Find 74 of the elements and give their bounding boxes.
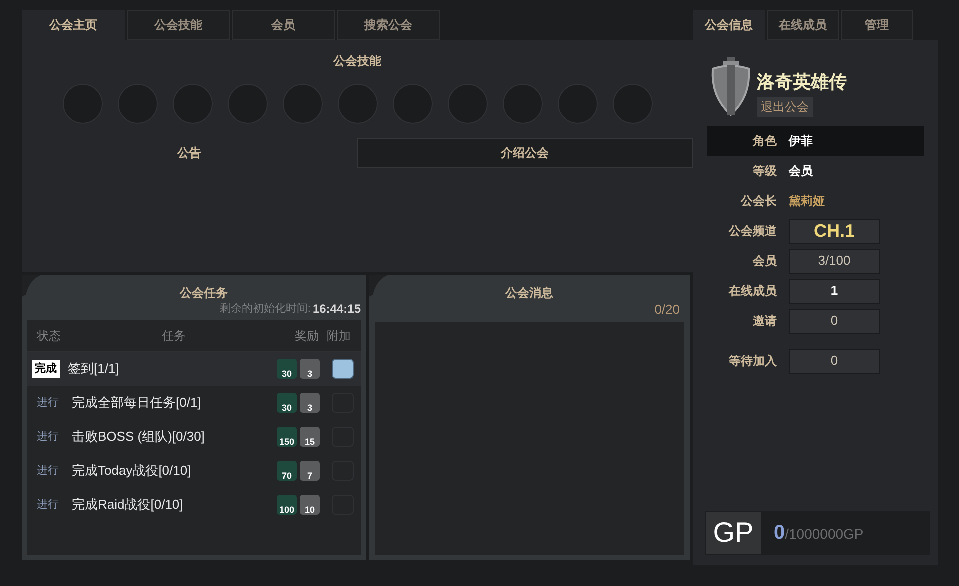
corner-curl-icon <box>369 275 391 297</box>
gp-reward-icon: 100 <box>277 495 297 515</box>
leave-guild-button[interactable]: 退出公会 <box>757 97 813 117</box>
skill-slot[interactable] <box>118 84 158 124</box>
skill-slot[interactable] <box>558 84 598 124</box>
gp-current: 0 <box>774 522 786 544</box>
field-label: 等待加入 <box>728 353 777 370</box>
status-label: 进行 <box>36 430 60 445</box>
channel-value: CH.1 <box>789 218 880 244</box>
skill-slot[interactable] <box>172 84 212 124</box>
tab[interactable]: 公会信息 <box>693 10 765 40</box>
shield-reward-icon: 10 <box>300 495 320 515</box>
section-title: 公会技能 <box>334 53 382 70</box>
status-label: 进行 <box>36 498 60 513</box>
gp-reward-icon: 30 <box>277 393 297 413</box>
quest-name: 完成全部每日任务[0/1] <box>72 394 202 412</box>
skill-slot[interactable] <box>282 84 322 124</box>
gp-reward-icon: 30 <box>277 359 297 379</box>
value-box: 1 <box>789 278 880 304</box>
tab[interactable]: 管理 <box>841 10 913 40</box>
skill-slot[interactable] <box>62 84 102 124</box>
field-label: 等级 <box>752 163 777 180</box>
tab[interactable]: 介绍公会 <box>356 138 693 168</box>
column-header: 附加 <box>327 328 352 344</box>
value-box: 3/100 <box>789 248 880 274</box>
corner-curl-icon <box>22 275 44 297</box>
panel-title: 公会任务 <box>180 285 228 302</box>
field-value: 黛莉娅 <box>789 193 825 210</box>
tab[interactable]: 公会技能 <box>127 10 230 40</box>
quest-name: 完成Raid战役[0/10] <box>72 496 184 514</box>
shield-sword-icon <box>709 57 753 117</box>
tab[interactable]: 搜索公会 <box>337 10 440 40</box>
guild-name: 洛奇英雄传 <box>757 71 847 94</box>
field-label: 邀请 <box>752 313 777 330</box>
value-box: 0 <box>789 348 880 374</box>
gp-max: /1000000GP <box>785 526 864 542</box>
tab[interactable]: 会员 <box>232 10 335 40</box>
field-value: 会员 <box>789 163 813 180</box>
field-label: 公会长 <box>740 193 777 210</box>
value-box: 0 <box>789 308 880 334</box>
gp-reward-icon: 70 <box>277 461 297 481</box>
gp-label: GP <box>706 512 761 554</box>
column-header: 任务 <box>161 328 187 344</box>
shield-reward-icon: 3 <box>300 393 320 413</box>
gp-reward-icon: 150 <box>277 427 297 447</box>
column-header: 奖励 <box>294 328 320 344</box>
skill-slot[interactable] <box>338 84 378 124</box>
status-label: 进行 <box>36 396 60 411</box>
skill-slot[interactable] <box>392 84 432 124</box>
skill-slot[interactable] <box>228 84 268 124</box>
panel-title: 公会消息 <box>506 285 554 302</box>
field-label: 在线成员 <box>728 283 777 300</box>
reset-time: 16:44:15 <box>312 301 361 318</box>
field-value: 伊菲 <box>789 133 813 150</box>
skill-slot[interactable] <box>612 84 652 124</box>
quest-name: 签到[1/1] <box>68 360 120 378</box>
field-label: 角色 <box>752 133 777 150</box>
quest-name: 击败BOSS (组队)[0/30] <box>72 428 206 446</box>
shield-reward-icon: 3 <box>300 359 320 379</box>
status-label: 进行 <box>36 464 60 479</box>
skill-slot[interactable] <box>502 84 542 124</box>
shield-reward-icon: 7 <box>300 461 320 481</box>
shield-reward-icon: 15 <box>300 427 320 447</box>
reset-label: 剩余的初始化时间: <box>220 302 311 317</box>
tab[interactable]: 在线成员 <box>767 10 839 40</box>
status-label: 完成 <box>32 360 60 378</box>
tab[interactable]: 公告 <box>22 138 356 168</box>
quest-name: 完成Today战役[0/10] <box>72 462 192 480</box>
skill-slot[interactable] <box>448 84 488 124</box>
message-count: 0/20 <box>654 301 680 319</box>
column-header: 状态 <box>36 328 62 344</box>
tab[interactable]: 公会主页 <box>22 10 125 40</box>
field-label: 会员 <box>752 253 777 270</box>
field-label: 公会频道 <box>728 223 777 240</box>
